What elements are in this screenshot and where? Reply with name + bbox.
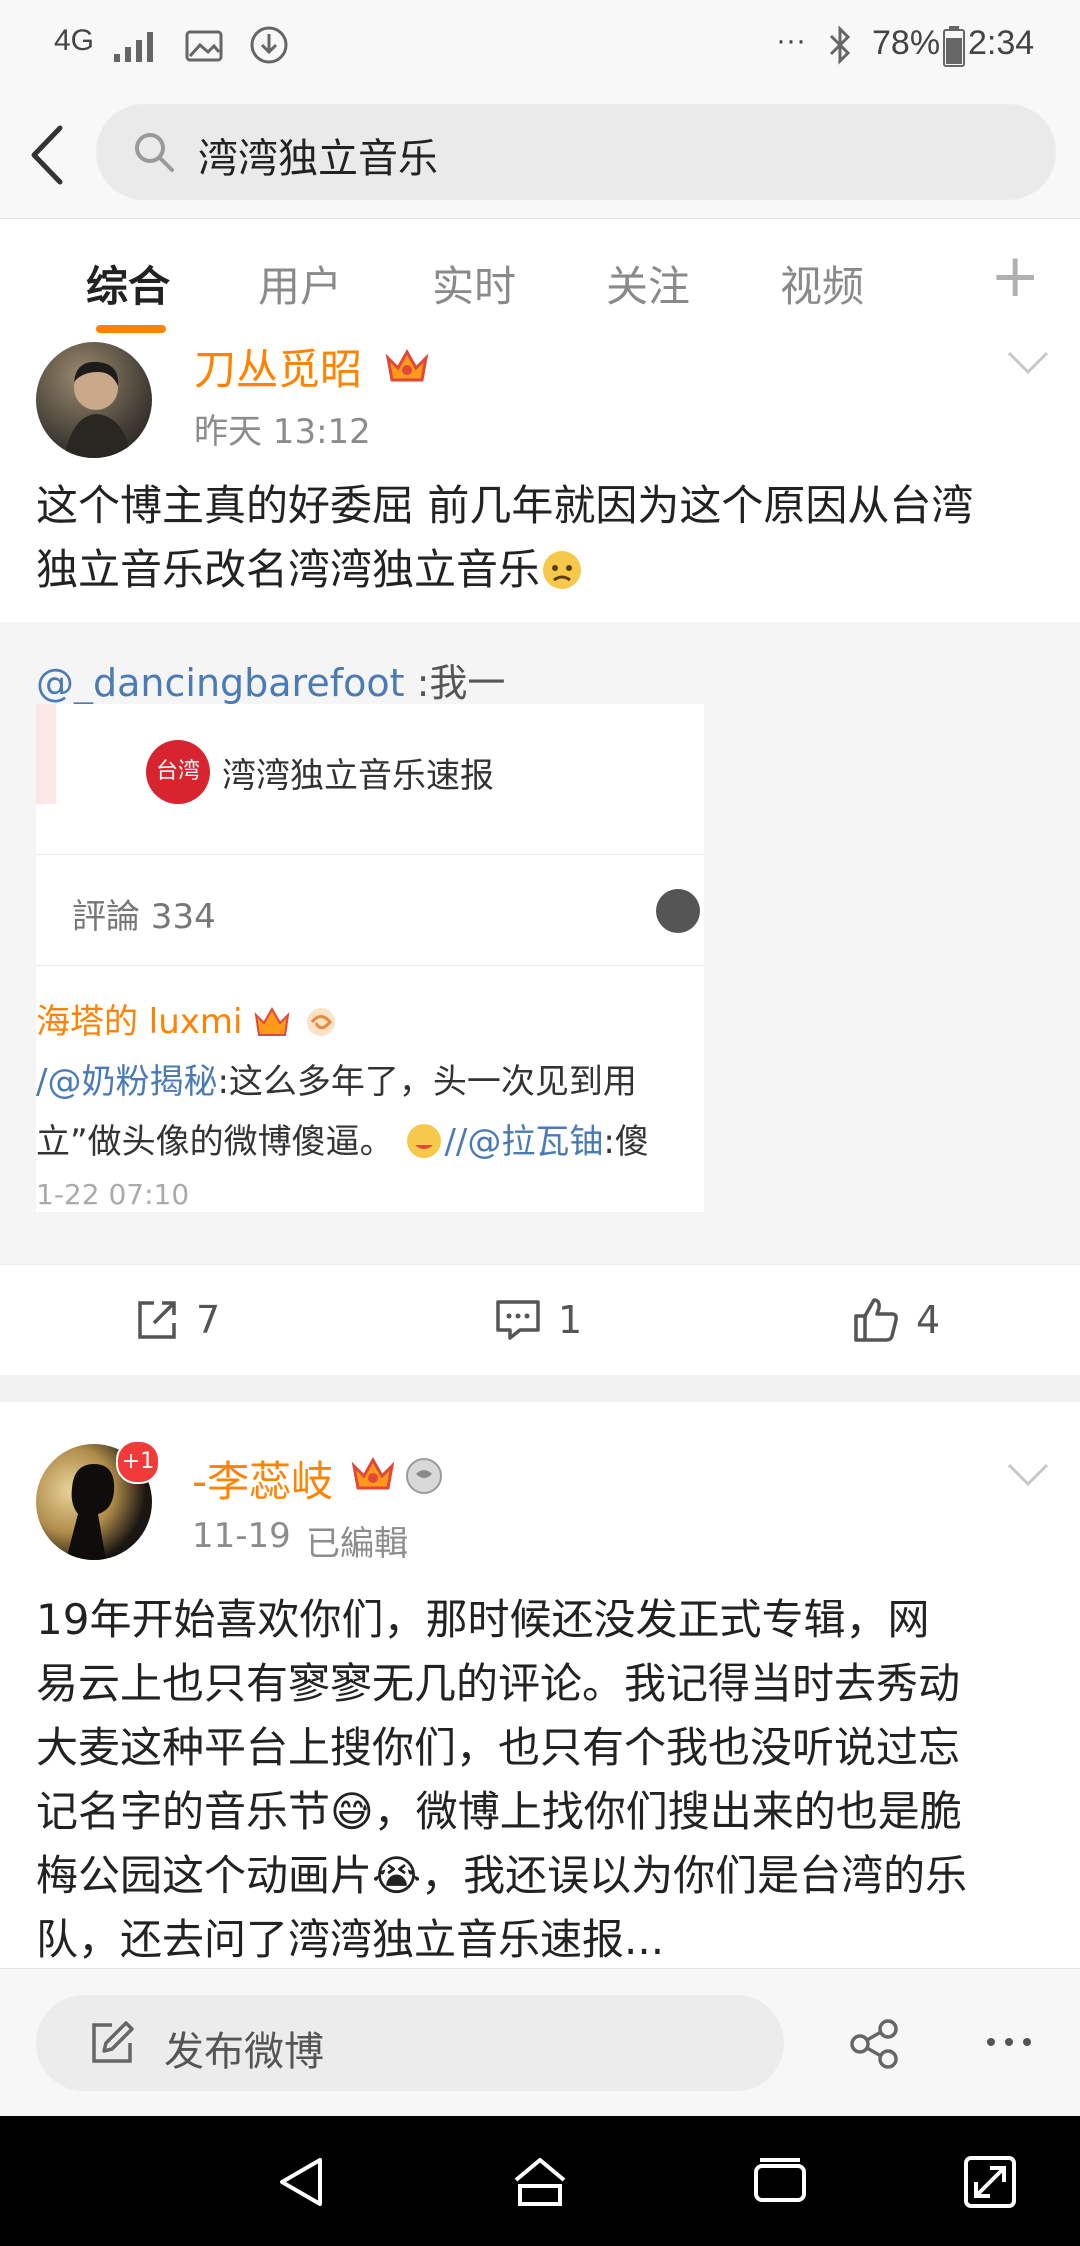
like-count: 4 xyxy=(916,1298,941,1342)
battery-percent: 78% xyxy=(872,24,941,62)
nav-home-icon[interactable] xyxy=(510,2152,570,2212)
repost-content[interactable]: @_dancingbarefoot :我一 台湾 湾湾独立音乐速报 評論 334… xyxy=(0,622,1080,1264)
compose-label: 发布微博 xyxy=(164,2029,324,2075)
signal-icon xyxy=(114,32,153,62)
nav-expand-icon[interactable] xyxy=(960,2152,1020,2212)
tab-following[interactable]: 关注 xyxy=(606,253,690,314)
search-query: 湾湾独立音乐 xyxy=(198,136,438,182)
post-action-bar: 7 1 4 xyxy=(0,1264,1080,1375)
embedded-comment-tail: :傻 xyxy=(603,1122,649,1162)
embedded-comment-user: 海塔的 luxmi xyxy=(36,1002,243,1042)
post-text-line: 19年开始喜欢你们，那时候还没发正式专辑，网 xyxy=(36,1595,930,1644)
embedded-mention-link: /@奶粉揭秘 xyxy=(36,1062,218,1102)
edit-pen-icon xyxy=(92,2021,134,2063)
chevron-down-icon[interactable] xyxy=(1006,350,1050,376)
back-arrow-icon[interactable] xyxy=(20,120,80,190)
like-button[interactable]: 4 xyxy=(852,1295,940,1345)
post-text-line: 梅公园这个动画片😭，我还误以为你们是台湾的乐 xyxy=(36,1851,968,1900)
comment-count: 1 xyxy=(558,1298,583,1342)
embedded-comments-header: 評論 334 xyxy=(36,854,704,966)
compose-bar: 发布微博 xyxy=(0,1968,1080,2117)
status-bar: 4G ··· 78% 2:34 xyxy=(0,0,1080,92)
tab-comprehensive[interactable]: 综合 xyxy=(86,253,170,314)
embedded-comment-user-line: 海塔的 luxmi xyxy=(36,994,704,1043)
tab-realtime[interactable]: 实时 xyxy=(432,253,516,314)
download-notification-icon xyxy=(250,26,288,64)
vip-crown-icon xyxy=(351,1456,395,1490)
repost-mention-link[interactable]: @_dancingbarefoot xyxy=(36,661,405,705)
comment-button[interactable]: 1 xyxy=(494,1295,582,1345)
post-card: +1 -李蕊岐 11-19 已編輯 19年开始喜欢你们，那时候还没发正式专辑，网… xyxy=(0,1402,1080,1968)
chevron-down-icon[interactable] xyxy=(1006,1462,1050,1488)
notification-badge: +1 xyxy=(116,1440,160,1484)
post-text-line: 独立音乐改名湾湾独立音乐 xyxy=(36,538,584,602)
embedded-comment-text: :这么多年了，头一次见到用 xyxy=(217,1062,637,1102)
embedded-comment-date: 1-22 07:10 xyxy=(36,1178,190,1211)
nav-recents-icon[interactable] xyxy=(750,2152,810,2212)
network-indicator: 4G xyxy=(54,24,95,57)
avatar[interactable] xyxy=(36,342,152,458)
post-text-line: 这个博主真的好委屈 前几年就因为这个原因从台湾 xyxy=(36,481,974,530)
embedded-emoji-icon xyxy=(407,1124,442,1158)
post-username[interactable]: -李蕊岐 xyxy=(192,1448,333,1509)
vip-crown-icon xyxy=(385,348,429,382)
tab-users[interactable]: 用户 xyxy=(258,253,342,314)
system-nav-bar xyxy=(0,2116,1080,2246)
nav-back-icon[interactable] xyxy=(272,2152,332,2212)
post-text-line: 易云上也只有寥寥无几的评论。我记得当时去秀动 xyxy=(36,1659,961,1708)
compose-button[interactable]: 发布微博 xyxy=(36,1995,784,2091)
embedded-logo: 台湾 xyxy=(146,740,210,804)
post-date: 11-19 xyxy=(192,1516,291,1556)
embedded-comment-text: 立”做头像的微博傻逼。 xyxy=(36,1122,394,1162)
embedded-account-name: 湾湾独立音乐速报 xyxy=(222,756,494,796)
more-status-dots: ··· xyxy=(776,24,806,57)
embedded-avatar xyxy=(656,889,700,933)
post-text-line-2: 独立音乐改名湾湾独立音乐 xyxy=(36,545,541,594)
post-time: 昨天 13:12 xyxy=(194,412,371,452)
embedded-header: 台湾 湾湾独立音乐速报 xyxy=(36,704,704,854)
edited-label: 已編輯 xyxy=(306,1524,408,1564)
tab-bar: 综合 用户 实时 关注 视频 + xyxy=(0,218,1080,344)
clock: 2:34 xyxy=(968,24,1035,62)
add-tab-button[interactable]: + xyxy=(990,241,1040,311)
repost-count: 7 xyxy=(196,1298,221,1342)
thumbs-up-icon xyxy=(854,1298,898,1342)
embedded-mention-link: //@拉瓦铀 xyxy=(444,1122,604,1162)
image-notification-icon xyxy=(185,30,223,62)
frown-emoji-icon xyxy=(543,551,582,589)
embedded-comment-line-3: 立”做头像的微博傻逼。 //@拉瓦铀:傻 xyxy=(36,1114,704,1163)
battery-icon xyxy=(943,26,965,67)
embedded-comments-count: 評論 334 xyxy=(72,897,216,937)
post-text-line: 大麦这种平台上搜你们，也只有个我也没听说过忘 xyxy=(36,1723,961,1772)
active-tab-indicator xyxy=(96,325,166,333)
post-card: 刀丛觅昭 昨天 13:12 这个博主真的好委屈 前几年就因为这个原因从台湾 独立… xyxy=(0,342,1080,622)
post-text-line: 记名字的音乐节😅，微博上找你们搜出来的也是脆 xyxy=(36,1787,962,1836)
avatar-image xyxy=(64,361,132,458)
search-icon xyxy=(135,133,174,172)
bluetooth-icon xyxy=(829,25,851,65)
search-header: 湾湾独立音乐 xyxy=(0,92,1080,218)
embedded-comment-line-2: /@奶粉揭秘:这么多年了，头一次见到用 xyxy=(36,1054,704,1103)
post-username[interactable]: 刀丛觅昭 xyxy=(194,336,362,397)
post-text-line: 队，还去问了湾湾独立音乐速报... xyxy=(36,1915,665,1964)
more-options-icon[interactable] xyxy=(984,2035,1034,2049)
search-input[interactable]: 湾湾独立音乐 xyxy=(96,104,1056,200)
share-nodes-icon[interactable] xyxy=(848,2019,902,2069)
share-out-icon xyxy=(138,1301,176,1339)
repost-button[interactable]: 7 xyxy=(134,1295,220,1345)
tab-video[interactable]: 视频 xyxy=(780,253,864,314)
vip-crown-icon xyxy=(254,1006,290,1036)
repost-text: @_dancingbarefoot :我一 xyxy=(36,652,505,707)
medal-icon xyxy=(406,1458,442,1494)
repost-text-body: :我一 xyxy=(404,661,506,705)
comment-icon xyxy=(496,1300,540,1340)
embedded-screenshot[interactable]: 台湾 湾湾独立音乐速报 評論 334 海塔的 luxmi /@奶粉揭秘:这么多年… xyxy=(36,704,704,1212)
embedded-edge-shape xyxy=(36,704,56,804)
badge-swirl-icon xyxy=(307,1008,336,1036)
